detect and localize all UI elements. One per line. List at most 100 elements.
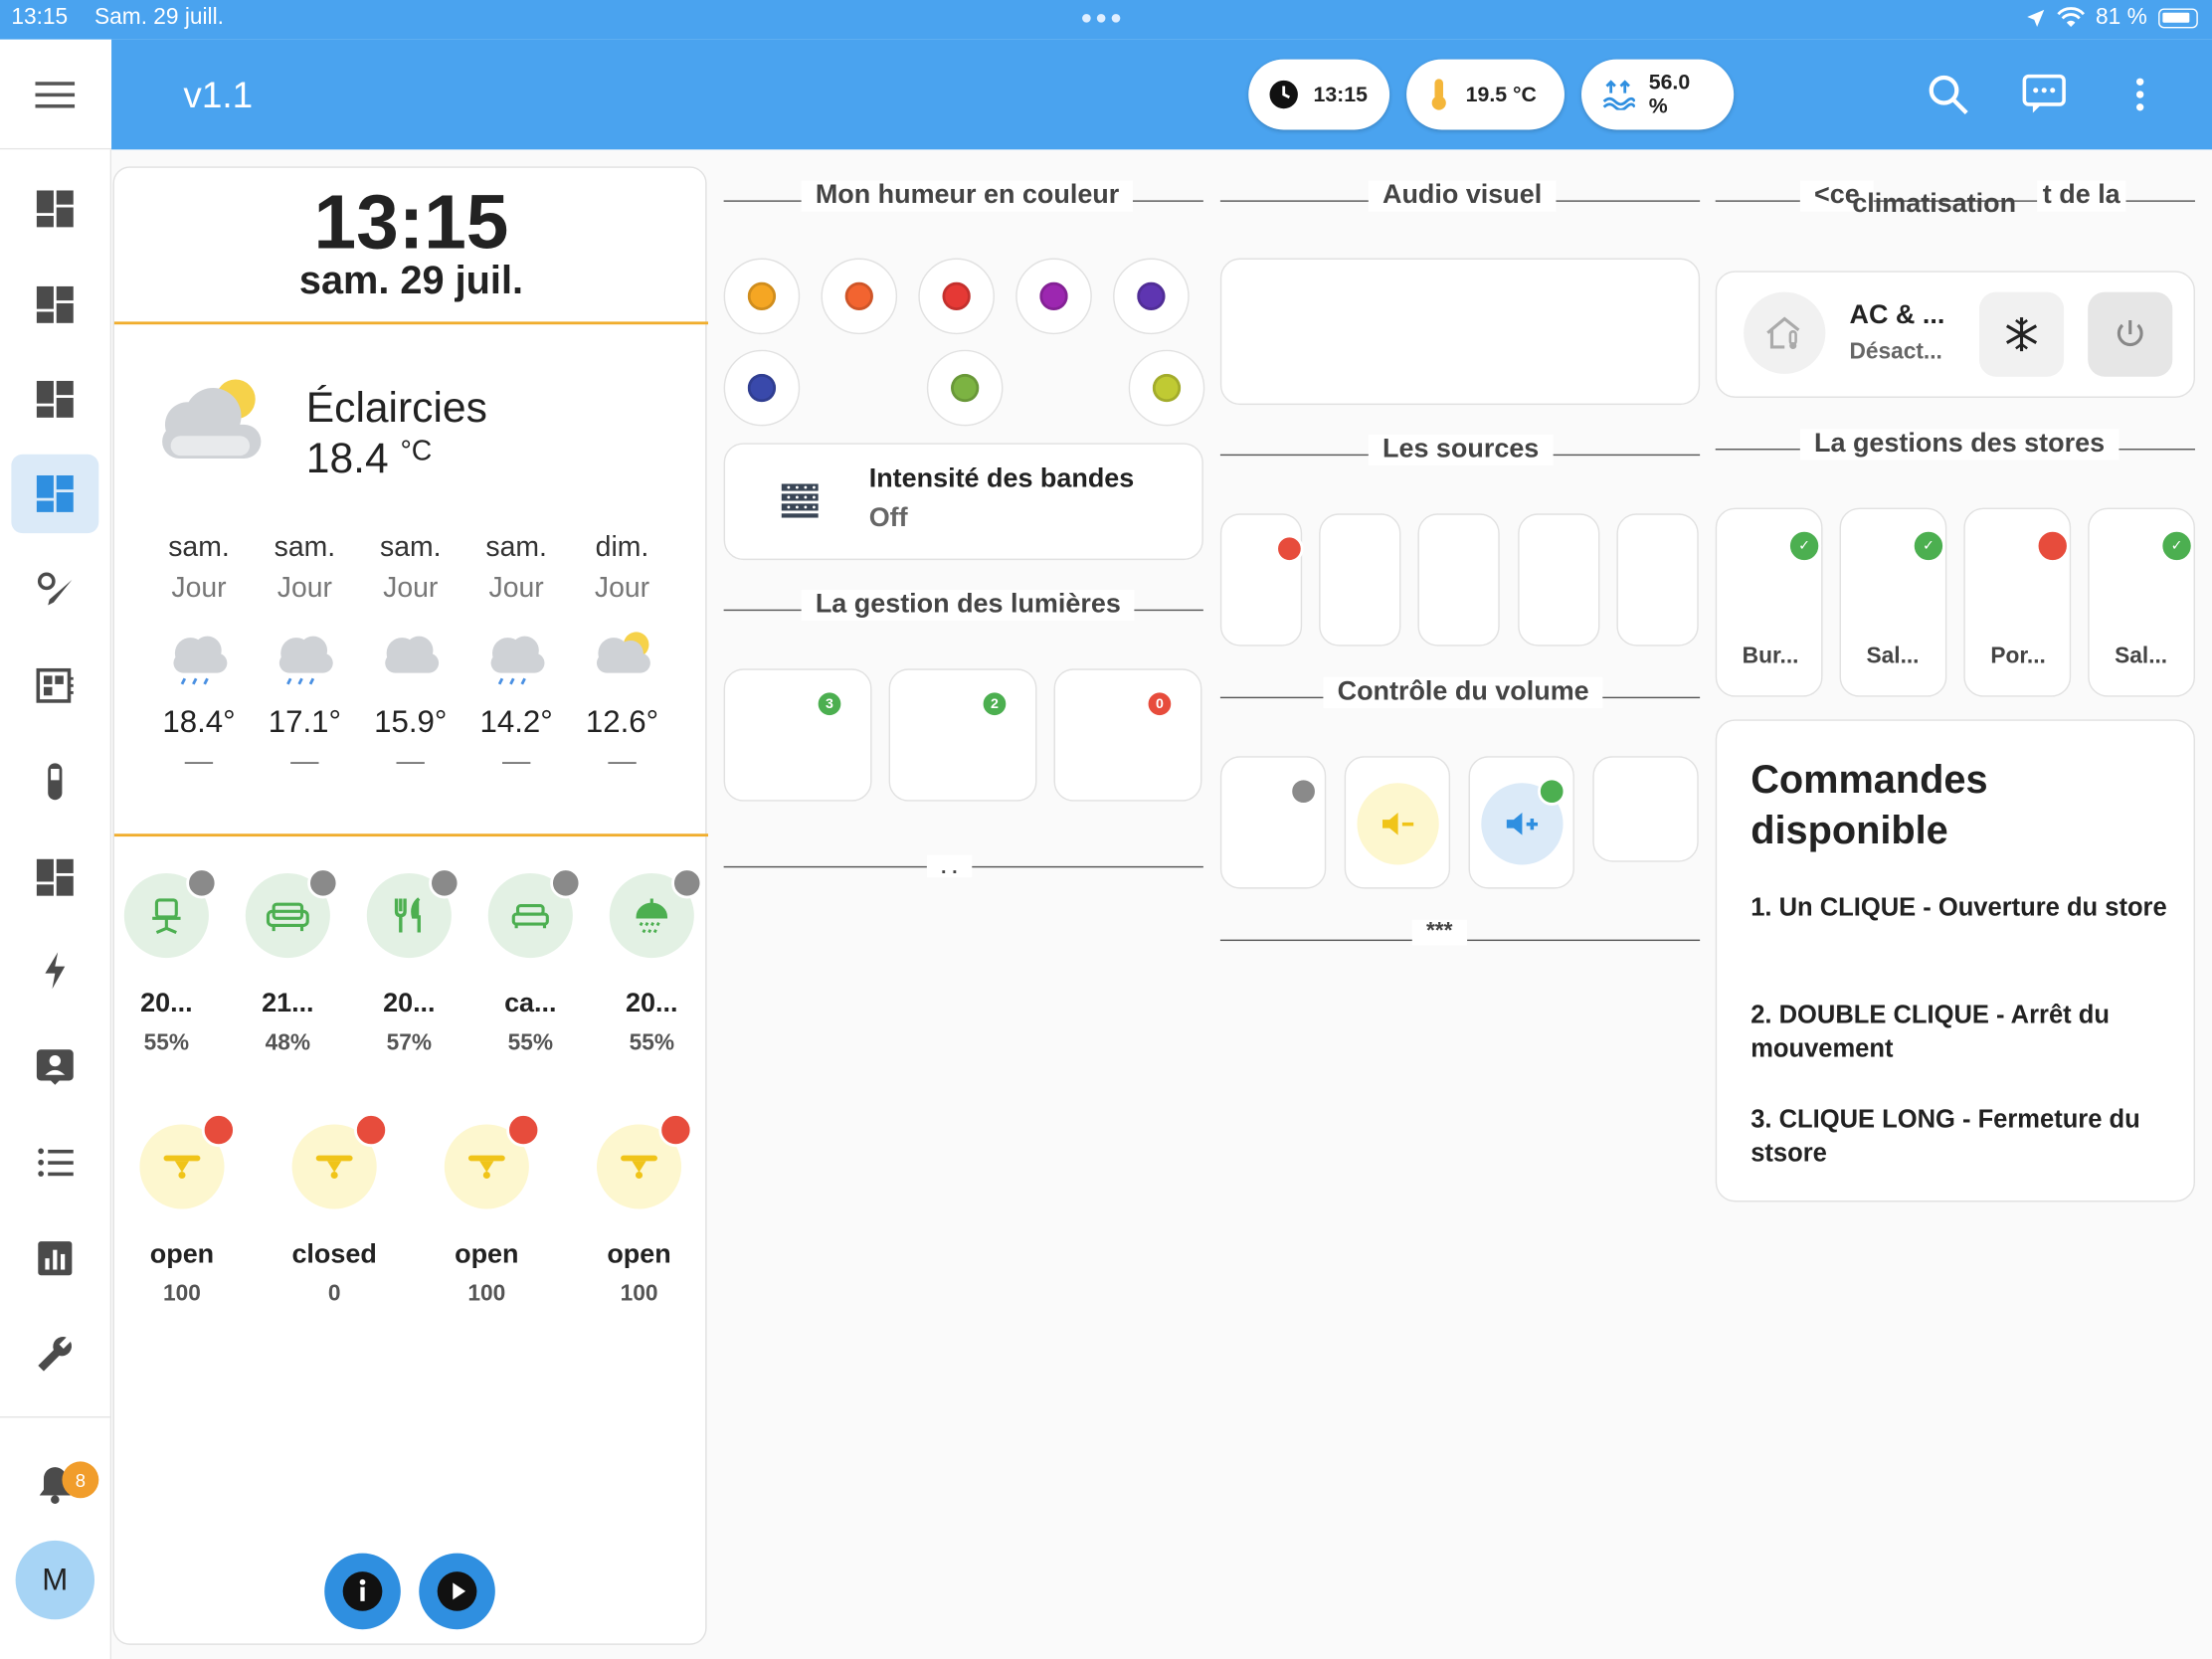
mood-color-button[interactable] [723, 349, 801, 427]
volume-plus-icon [1506, 812, 1539, 835]
check-icon: ✓ [1787, 528, 1822, 563]
room-tile[interactable]: 20... 55% [603, 867, 703, 1056]
mood-color-button[interactable] [723, 258, 801, 335]
section-sources-title: Les sources [1368, 434, 1554, 466]
info-button[interactable] [324, 1553, 401, 1630]
ceiling-light-icon [315, 1155, 353, 1180]
desk-chair-icon [152, 898, 181, 934]
bar-chart-icon [38, 1241, 73, 1276]
check-icon [1538, 777, 1567, 806]
mood-color-button[interactable] [821, 258, 898, 335]
audio-media-card[interactable] [1219, 258, 1701, 406]
light-group-tile[interactable]: 3 [723, 668, 872, 802]
mood-color-button[interactable] [1113, 258, 1190, 335]
room-tile[interactable]: 21... 48% [239, 867, 339, 1056]
room-tile[interactable]: 20... 55% [117, 867, 218, 1056]
time-pill-value: 13:15 [1313, 82, 1368, 107]
ac-state: Désact... [1849, 339, 1942, 364]
volume-tile[interactable] [1592, 756, 1699, 862]
cover-tile[interactable]: open 100 [583, 1113, 695, 1307]
test-tube-icon [48, 763, 63, 801]
sidebar-item-dashboard-2[interactable] [11, 266, 98, 344]
ac-card[interactable]: AC & ... Désact... [1715, 271, 2195, 398]
forecast-temp: 17.1° [268, 703, 341, 740]
temperature-pill[interactable]: 19.5 °C [1406, 59, 1565, 130]
sidebar-item-dashboard-1[interactable] [11, 169, 98, 248]
store-tile[interactable]: Por... [1963, 507, 2072, 697]
forecast-period: Jour [488, 572, 544, 605]
light-group-tile[interactable]: 0 [1053, 668, 1202, 802]
mood-color-button[interactable] [1128, 349, 1205, 427]
search-icon[interactable] [1925, 71, 1972, 118]
ac-name: AC & ... [1849, 300, 1945, 330]
section-mood: Mon humeur en couleur [723, 180, 1203, 224]
source-tile[interactable] [1616, 513, 1699, 646]
hamburger-menu-icon[interactable] [35, 79, 76, 109]
cloud-icon [385, 636, 440, 673]
mood-color-button[interactable] [918, 258, 995, 335]
play-button[interactable] [419, 1553, 495, 1630]
store-tile[interactable]: ✓ Sal... [1839, 507, 1947, 697]
color-swatch-icon [942, 281, 971, 311]
assist-chat-icon[interactable] [2020, 71, 2068, 118]
humidity-pill[interactable]: 56.0 % [1580, 59, 1735, 130]
more-vertical-icon[interactable] [2117, 71, 2164, 118]
room-tile[interactable]: ca... 55% [481, 867, 582, 1056]
light-group-tile[interactable]: 2 [888, 668, 1037, 802]
source-tile[interactable] [1417, 513, 1500, 646]
forecast-extra: — [290, 746, 319, 778]
sidebar-item-history[interactable] [11, 646, 98, 725]
forecast-period: Jour [276, 572, 332, 605]
forecast-day: dim. Jour 12.6° — [580, 532, 664, 779]
ac-power-button[interactable] [2088, 291, 2173, 377]
source-tile[interactable] [1219, 513, 1304, 646]
sidebar-item-energy-bolt[interactable] [11, 931, 98, 1010]
sidebar-item-tube[interactable] [11, 742, 98, 821]
ac-icon-button[interactable] [1744, 291, 1826, 374]
sidebar-item-dashboard-active[interactable] [11, 454, 99, 534]
led-strip-card[interactable]: Intensité des bandes Off [723, 443, 1203, 561]
volume-up-tile[interactable] [1468, 756, 1574, 889]
snowflake-icon [2005, 317, 2038, 352]
light-count-badge: 3 [815, 689, 844, 718]
store-tile[interactable]: ✓ Bur... [1715, 507, 1823, 697]
sidebar-item-settings[interactable] [11, 1315, 98, 1393]
forecast-day: sam. Jour 18.4° — [156, 532, 241, 779]
home-thermometer-icon [1766, 316, 1800, 350]
sidebar-item-dashboard-4[interactable] [11, 838, 98, 917]
source-tile[interactable] [1319, 513, 1401, 646]
volume-tile[interactable] [1219, 756, 1327, 889]
ac-cool-button[interactable] [1978, 291, 2065, 377]
cover-tile[interactable]: open 100 [125, 1113, 238, 1307]
cover-tile[interactable]: closed 0 [277, 1113, 390, 1307]
store-name: Bur... [1742, 645, 1799, 669]
volume-minus-icon [1382, 812, 1414, 835]
room-status-icon [186, 867, 218, 899]
avatar[interactable]: M [15, 1540, 95, 1620]
section-clim-fragment-right: t de la [2037, 180, 2126, 212]
command-item: 1. Un CLIQUE - Ouverture du store [1751, 892, 2167, 922]
sidebar-item-dashboard-3[interactable] [11, 360, 98, 439]
lightning-icon [45, 952, 66, 990]
weather-temperature: 18.4 °C [306, 436, 433, 483]
sidebar-item-people[interactable] [11, 1027, 98, 1106]
dashboard-icon [36, 285, 74, 323]
forecast-temp: 12.6° [585, 703, 659, 740]
partly-cloudy-icon [162, 379, 262, 459]
divider [113, 321, 709, 325]
cover-tile[interactable]: open 100 [431, 1113, 543, 1307]
dashboard-icon [36, 190, 74, 228]
sidebar-item-statistics[interactable] [11, 1218, 98, 1297]
room-name: ca... [504, 989, 557, 1019]
room-tile[interactable]: 20... 57% [360, 867, 461, 1056]
volume-down-tile[interactable] [1344, 756, 1451, 889]
time-pill[interactable]: 13:15 [1248, 59, 1390, 130]
multitask-dots[interactable]: ●●● [1080, 6, 1125, 29]
source-tile[interactable] [1518, 513, 1600, 646]
mood-color-button[interactable] [1015, 258, 1092, 335]
sidebar-item-logbook[interactable] [11, 1123, 98, 1201]
sidebar-item-energy[interactable] [11, 550, 98, 629]
mood-color-button[interactable] [926, 349, 1004, 427]
store-tile[interactable]: ✓ Sal... [2088, 507, 2195, 697]
room-status-icon [307, 867, 339, 899]
